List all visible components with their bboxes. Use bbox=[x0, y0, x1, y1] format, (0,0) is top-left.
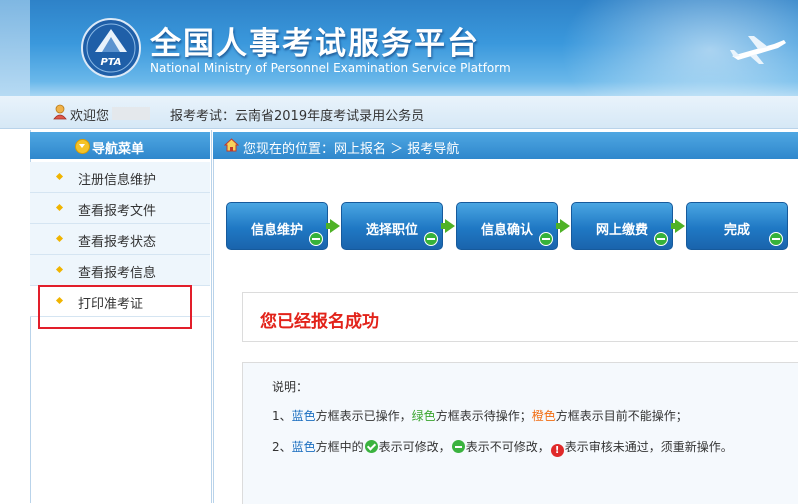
error-icon: ! bbox=[550, 444, 564, 457]
green-word: 绿色 bbox=[411, 409, 436, 423]
blue-word: 蓝色 bbox=[291, 440, 316, 454]
sidebar-header-label: 导航菜单 bbox=[92, 142, 145, 157]
notes-prefix: 1、 bbox=[272, 409, 292, 423]
arrow-right-icon bbox=[441, 219, 455, 233]
blue-word: 蓝色 bbox=[291, 409, 316, 423]
banner-side-strip bbox=[0, 0, 30, 96]
sidebar-item-register-info[interactable]: 注册信息维护 bbox=[30, 162, 210, 193]
sidebar-item-label[interactable]: 查看报考文件 bbox=[78, 200, 156, 219]
notes-panel bbox=[242, 362, 798, 504]
arrow-right-icon bbox=[556, 219, 570, 233]
minus-icon bbox=[451, 440, 465, 453]
step-info-maintain[interactable]: 信息维护 bbox=[226, 202, 328, 250]
chevron-down-icon bbox=[75, 139, 90, 154]
step-complete[interactable]: 完成 bbox=[686, 202, 788, 250]
notes-text: 表示不可修改， bbox=[465, 440, 550, 454]
step-select-position[interactable]: 选择职位 bbox=[341, 202, 443, 250]
notes-prefix: 2、 bbox=[272, 440, 292, 454]
highlight-box bbox=[38, 285, 192, 329]
airplane-icon bbox=[730, 36, 786, 64]
notes-text: 方框中的 bbox=[315, 440, 364, 454]
home-icon bbox=[224, 138, 239, 152]
orange-word: 橙色 bbox=[531, 409, 556, 423]
sidebar-item-label[interactable]: 查看报考信息 bbox=[78, 262, 156, 281]
notes-line-1: 1、蓝色方框表示已操作，绿色方框表示待操作；橙色方框表示目前不能操作； bbox=[272, 407, 688, 424]
notes-text: 方框表示待操作； bbox=[435, 409, 532, 423]
step-online-payment[interactable]: 网上缴费 bbox=[571, 202, 673, 250]
arrow-right-icon bbox=[671, 219, 685, 233]
notes-text: 表示可修改， bbox=[378, 440, 451, 454]
step-info-confirm[interactable]: 信息确认 bbox=[456, 202, 558, 250]
notes-text: 方框表示已操作， bbox=[315, 409, 412, 423]
sidebar-item-label[interactable]: 查看报考状态 bbox=[78, 231, 156, 250]
notes-title: 说明： bbox=[272, 380, 309, 394]
bullet-icon bbox=[55, 203, 64, 212]
arrow-right-icon bbox=[326, 219, 340, 233]
success-panel: 您已经报名成功 bbox=[242, 292, 798, 342]
header-banner: PTA 全国人事考试服务平台 National Ministry of Pers… bbox=[0, 0, 798, 96]
minus-icon bbox=[424, 232, 438, 246]
bullet-icon bbox=[55, 172, 64, 181]
minus-icon bbox=[654, 232, 668, 246]
sidebar-item-label[interactable]: 注册信息维护 bbox=[78, 169, 156, 188]
sidebar-item-exam-files[interactable]: 查看报考文件 bbox=[30, 193, 210, 224]
sidebar-item-exam-status[interactable]: 查看报考状态 bbox=[30, 224, 210, 255]
minus-icon bbox=[539, 232, 553, 246]
exam-label: 报考考试：云南省2019年度考试录用公务员 bbox=[170, 109, 425, 124]
sidebar-header: 导航菜单 bbox=[30, 132, 210, 159]
breadcrumb: 您现在的位置：网上报名 ＞ 报考导航 bbox=[213, 132, 798, 159]
success-message: 您已经报名成功 bbox=[260, 312, 379, 332]
platform-subtitle: National Ministry of Personnel Examinati… bbox=[150, 61, 511, 75]
minus-icon bbox=[769, 232, 783, 246]
bullet-icon bbox=[55, 265, 64, 274]
pta-logo-icon: PTA bbox=[81, 18, 141, 78]
logo-text: PTA bbox=[100, 57, 121, 68]
notes-text: 方框表示目前不能操作； bbox=[555, 409, 688, 423]
welcome-text: 欢迎您 bbox=[70, 109, 110, 124]
minus-icon bbox=[309, 232, 323, 246]
platform-title: 全国人事考试服务平台 bbox=[150, 26, 480, 62]
notes-line-2: 2、蓝色方框中的 表示可修改， 表示不可修改，! 表示审核未通过，须重新操作。 bbox=[272, 438, 733, 457]
bullet-icon bbox=[55, 234, 64, 243]
user-icon bbox=[53, 104, 67, 120]
username-redacted bbox=[112, 107, 150, 120]
notes-text: 表示审核未通过，须重新操作。 bbox=[564, 440, 733, 454]
sidebar-item-exam-info[interactable]: 查看报考信息 bbox=[30, 255, 210, 286]
breadcrumb-text: 您现在的位置：网上报名 ＞ 报考导航 bbox=[243, 142, 460, 157]
check-icon bbox=[364, 440, 378, 453]
